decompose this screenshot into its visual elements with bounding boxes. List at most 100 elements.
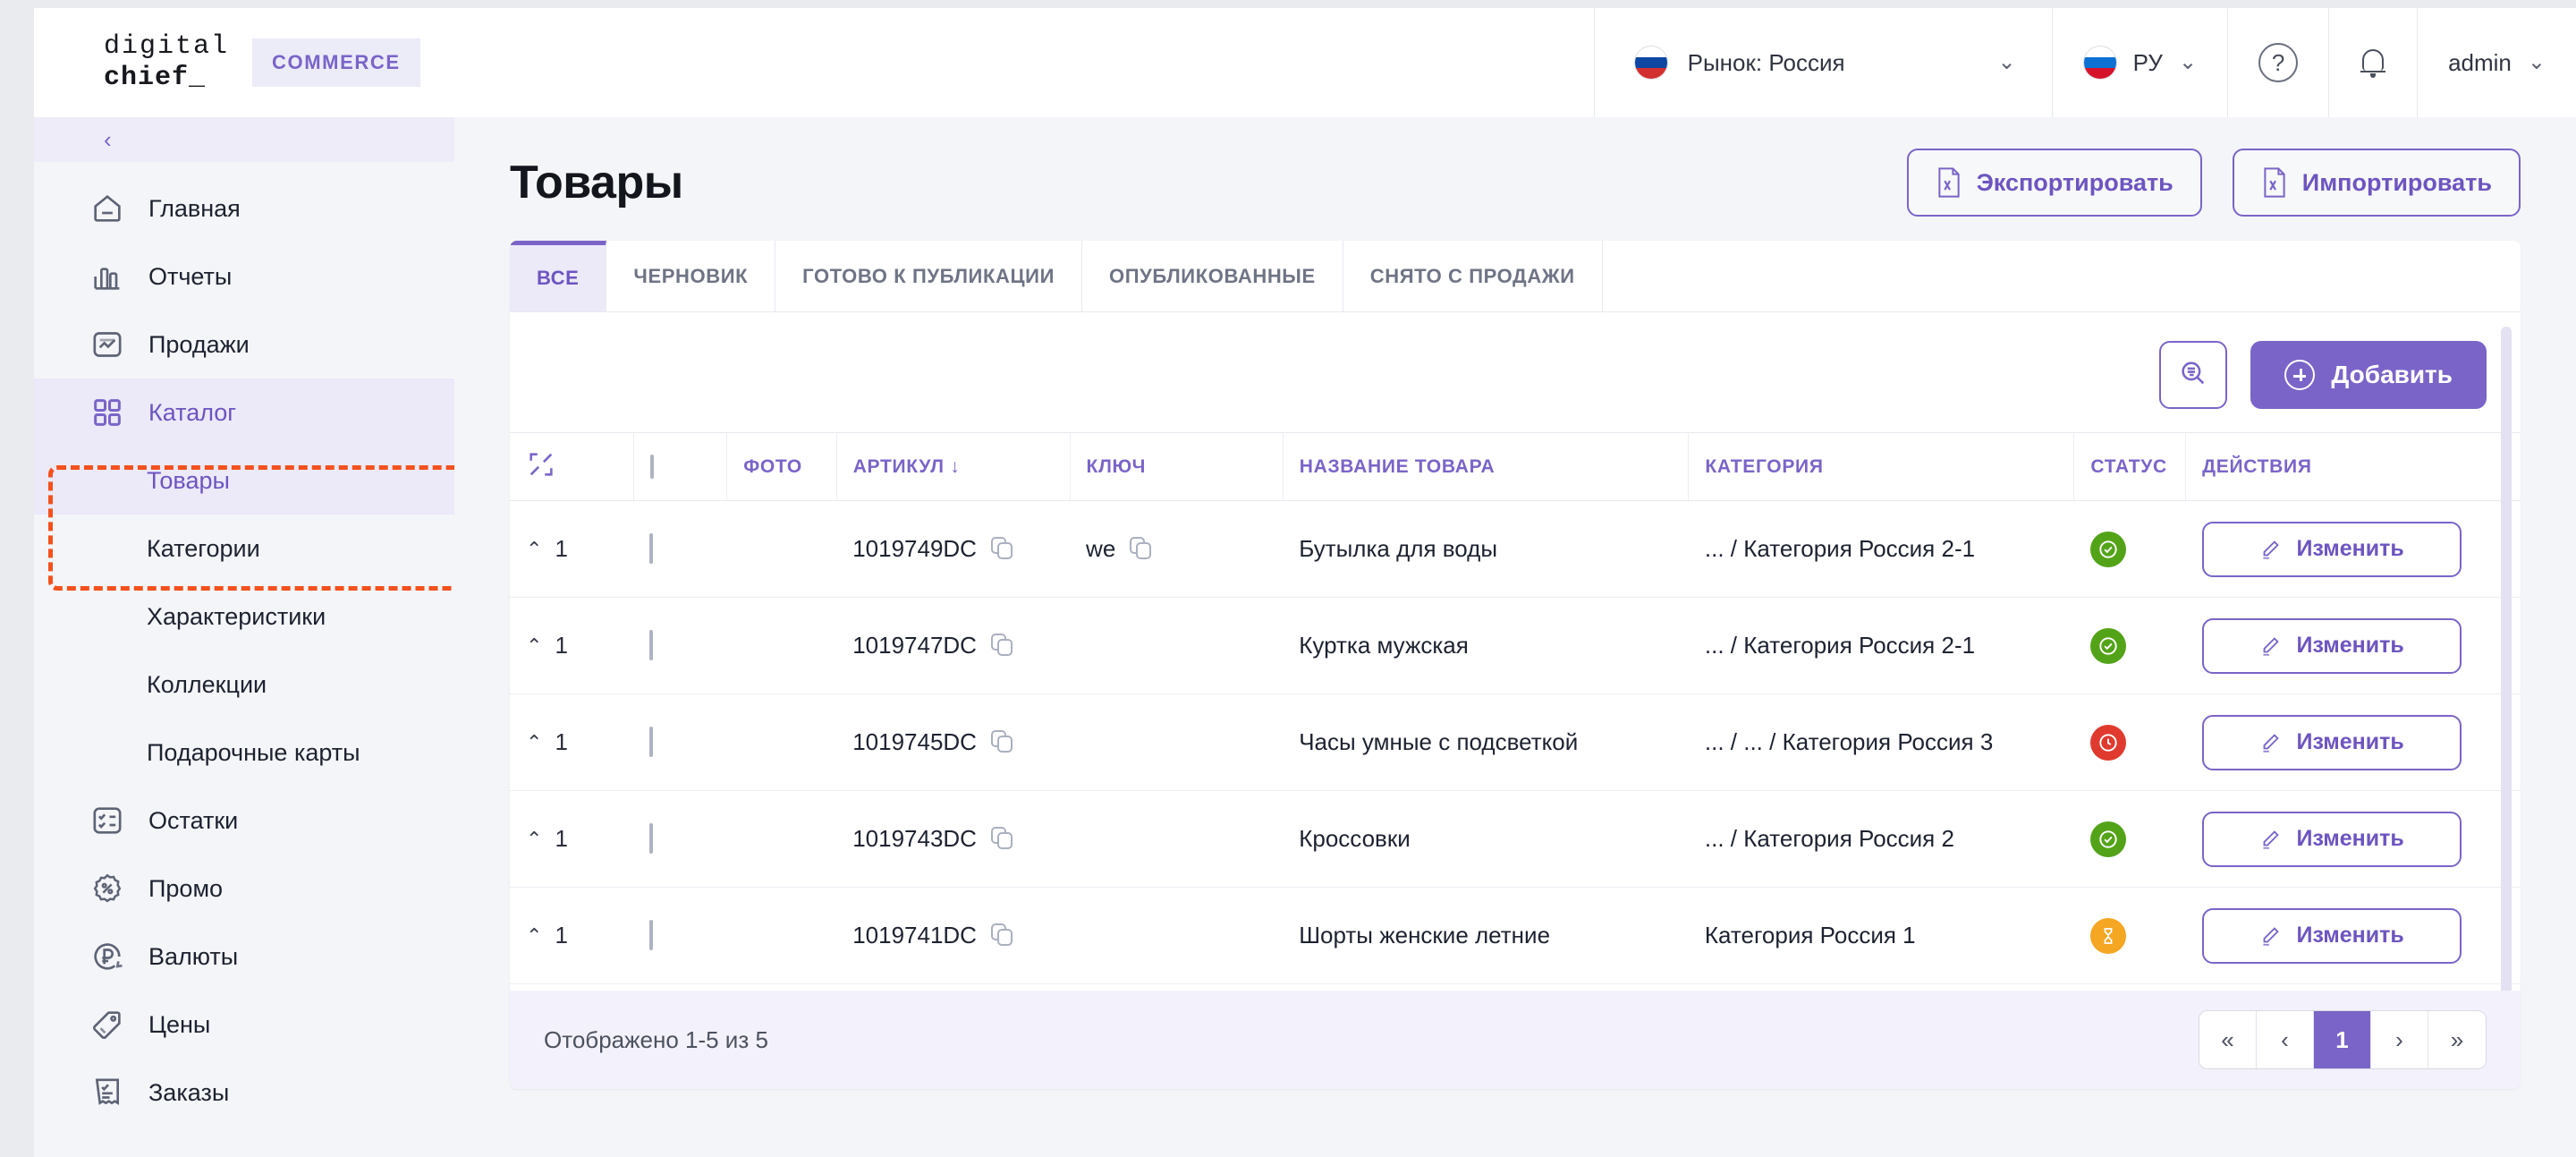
copy-icon[interactable] [990, 633, 1014, 659]
checklist-icon [89, 803, 125, 838]
pencil-icon [2258, 731, 2282, 754]
row-select-cell[interactable] [633, 597, 727, 694]
edit-button[interactable]: Изменить [2201, 521, 2462, 577]
edit-button[interactable]: Изменить [2201, 617, 2462, 674]
table-row[interactable]: ⌃ 1 1019747DC Куртка мужская ... / Катег… [510, 597, 2521, 694]
sidebar-item-katalog[interactable]: Каталог [34, 379, 454, 447]
clock-circle-icon [2089, 724, 2126, 761]
notifications-button[interactable] [2328, 8, 2417, 117]
row-name-cell: Куртка мужская [1283, 597, 1689, 694]
tab-gotovo-k-publikacii[interactable]: ГОТОВО К ПУБЛИКАЦИИ [775, 241, 1082, 311]
row-category-cell: ... / ... / Категория Россия 3 [1688, 693, 2074, 791]
sidebar-item-harakteristiki[interactable]: Характеристики [34, 583, 454, 651]
row-checkbox[interactable] [649, 533, 654, 564]
copy-icon[interactable] [1130, 536, 1153, 562]
sidebar-item-podarochnye-karty[interactable]: Подарочные карты [34, 719, 454, 787]
user-menu[interactable]: admin ⌄ [2417, 8, 2576, 117]
brand-logo[interactable]: digital chief_ COMMERCE [34, 31, 420, 95]
sidebar-item-tovary[interactable]: Товары [34, 447, 454, 515]
copy-icon[interactable] [990, 923, 1014, 949]
home-icon [89, 191, 125, 226]
column-key: КЛЮЧ [1070, 432, 1284, 501]
tab-label: ОПУБЛИКОВАННЫЕ [1108, 264, 1316, 287]
table-row[interactable]: ⌃ 1 1019741DC Шорты женские летние Катег… [510, 887, 2521, 984]
language-label: РУ [2132, 48, 2163, 76]
add-button[interactable]: Добавить [2250, 341, 2487, 409]
row-select-cell[interactable] [633, 887, 727, 984]
row-expand-cell[interactable]: ⌃ 1 [510, 887, 634, 984]
commerce-badge: COMMERCE [252, 38, 420, 87]
article-value: 1019743DC [852, 825, 977, 852]
copy-icon[interactable] [990, 729, 1014, 755]
row-select-cell[interactable] [633, 693, 727, 791]
sidebar-item-kollekcii[interactable]: Коллекции [34, 651, 454, 719]
sidebar-item-label: Коллекции [147, 670, 267, 698]
table-row[interactable]: ⌃ 1 1019745DC Часы умные с подсветкой ..… [510, 693, 2521, 791]
tab-label: ЧЕРНОВИК [633, 264, 749, 287]
sidebar-item-glavnaya[interactable]: Главная [34, 174, 454, 242]
row-expand-cell[interactable]: ⌃ 1 [510, 500, 634, 598]
pagination-first[interactable]: « [2199, 1011, 2257, 1068]
row-expand-cell[interactable]: ⌃ 1 [510, 597, 634, 694]
column-article[interactable]: АРТИКУЛ ↓ [836, 432, 1071, 501]
market-selector[interactable]: Рынок: Россия ⌄ [1593, 8, 2052, 117]
main-content: Товары Экспортировать Импортировать ВСЕ … [454, 117, 2576, 1157]
sidebar-item-zakazy[interactable]: Заказы [34, 1059, 454, 1127]
user-label: admin [2448, 48, 2512, 76]
table-row[interactable]: ⌃ 1 1019749DC we Бутылка для воды ... / … [510, 500, 2521, 598]
edit-button[interactable]: Изменить [2201, 714, 2462, 770]
row-expand-cell[interactable]: ⌃ 1 [510, 790, 634, 888]
sidebar-item-kategorii[interactable]: Категории [34, 515, 454, 583]
pagination-page-1[interactable]: 1 [2314, 1011, 2371, 1068]
row-select-cell[interactable] [633, 790, 727, 888]
sidebar-item-otchety[interactable]: Отчеты [34, 242, 454, 311]
export-button[interactable]: Экспортировать [1906, 149, 2202, 217]
table-row[interactable]: ⌃ 1 1019743DC Кроссовки ... / Категория … [510, 790, 2521, 888]
products-card: ВСЕ ЧЕРНОВИК ГОТОВО К ПУБЛИКАЦИИ ОПУБЛИК… [510, 241, 2521, 1089]
row-checkbox[interactable] [649, 823, 654, 854]
edit-button[interactable]: Изменить [2201, 907, 2462, 964]
pagination-prev[interactable]: ‹ [2257, 1011, 2314, 1068]
column-collapse-toggle[interactable] [510, 432, 634, 501]
row-category-cell: ... / Категория Россия 2-1 [1688, 500, 2074, 598]
sidebar-item-valyuty[interactable]: Валюты [34, 923, 454, 991]
tab-chernovik[interactable]: ЧЕРНОВИК [606, 241, 776, 311]
sidebar-item-promo[interactable]: Промо [34, 855, 454, 923]
column-photo: ФОТО [726, 432, 837, 501]
pagination-next[interactable]: › [2371, 1011, 2428, 1068]
row-checkbox[interactable] [649, 920, 654, 950]
row-checkbox[interactable] [649, 727, 654, 757]
help-button[interactable]: ? [2227, 8, 2328, 117]
copy-icon[interactable] [990, 536, 1014, 562]
row-checkbox[interactable] [649, 630, 654, 660]
tab-vse[interactable]: ВСЕ [510, 241, 607, 311]
sidebar-item-prodazhi[interactable]: Продажи [34, 311, 454, 379]
row-article-cell: 1019745DC [836, 693, 1071, 791]
check-circle-icon [2089, 531, 2126, 567]
chevron-left-icon: ‹ [104, 125, 112, 153]
row-select-cell[interactable] [633, 500, 727, 598]
percent-icon [89, 871, 125, 906]
column-select-all[interactable] [633, 432, 728, 501]
pagination-last[interactable]: » [2428, 1011, 2486, 1068]
sidebar-item-ostatki[interactable]: Остатки [34, 787, 454, 855]
check-circle-icon [2089, 821, 2126, 857]
select-all-checkbox[interactable] [649, 454, 654, 479]
copy-icon[interactable] [990, 826, 1014, 852]
language-selector[interactable]: РУ ⌄ [2051, 8, 2227, 117]
row-article-cell: 1019743DC [836, 790, 1071, 888]
edit-button[interactable]: Изменить [2201, 811, 2462, 867]
row-article-cell: 1019749DC [836, 500, 1071, 598]
import-button[interactable]: Импортировать [2232, 149, 2521, 217]
sidebar-item-label: Каталог [148, 398, 237, 426]
page-header-actions: Экспортировать Импортировать [1906, 149, 2521, 217]
pagination: « ‹ 1 › » [2199, 1010, 2487, 1069]
tab-snyato-s-prodazhi[interactable]: СНЯТО С ПРОДАЖИ [1343, 241, 1603, 311]
row-expand-cell[interactable]: ⌃ 1 [510, 693, 634, 791]
edit-label: Изменить [2296, 633, 2404, 658]
sidebar-item-ceny[interactable]: Цены [34, 991, 454, 1059]
table-scrollbar[interactable] [2501, 327, 2512, 1016]
tab-opublikovannye[interactable]: ОПУБЛИКОВАННЫЕ [1081, 241, 1343, 311]
sidebar-collapse-button[interactable]: ‹ [34, 117, 454, 162]
search-filter-button[interactable] [2159, 341, 2228, 409]
